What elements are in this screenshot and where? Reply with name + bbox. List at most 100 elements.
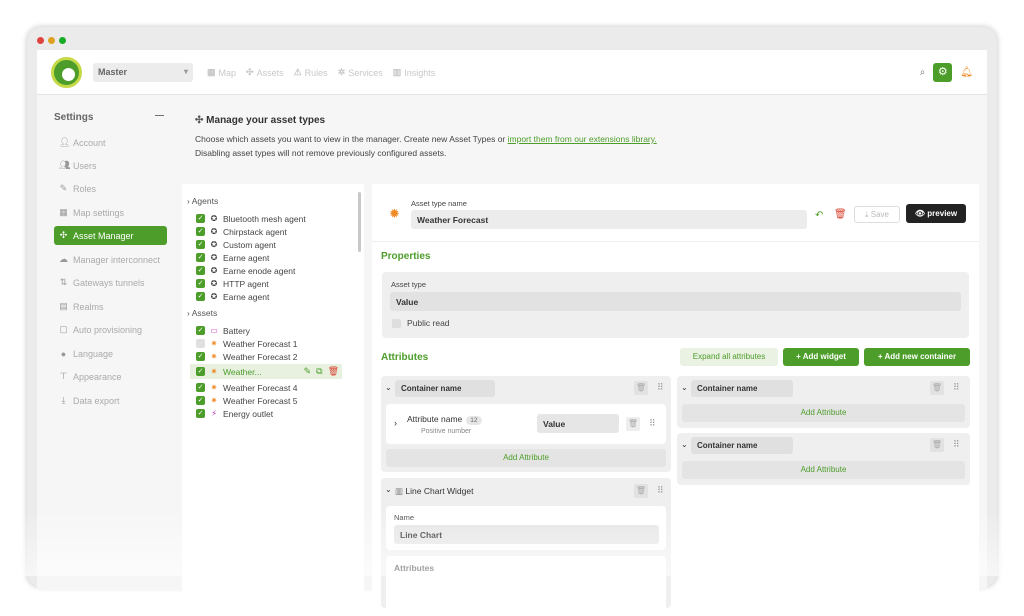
save-button[interactable]: ⤓ Save	[854, 206, 900, 223]
group-agents[interactable]: › Agents	[187, 196, 218, 206]
copy-icon[interactable]: ⧉	[316, 366, 322, 377]
drag-handle-icon[interactable]: ⠿	[657, 485, 664, 496]
container-name-input[interactable]: Container name	[395, 380, 495, 397]
checkbox[interactable]: ✓	[196, 266, 205, 275]
drag-handle-icon[interactable]: ⠿	[657, 382, 664, 393]
sidebar-item-realms[interactable]: ▤ Realms	[54, 297, 167, 316]
add-widget-button[interactable]: + Add widget	[783, 348, 859, 366]
agent-icon: ✪	[210, 240, 218, 249]
edit-icon[interactable]: ✎	[304, 366, 312, 377]
sidebar-item-manager-interconnect[interactable]: ☁ Manager interconnect	[54, 250, 167, 269]
chevron-down-icon[interactable]: ⌄	[385, 383, 392, 392]
sidebar-item-users[interactable]: 👥︎ Users	[54, 156, 167, 175]
list-item-selected[interactable]: ✓ ✷ Weather... ✎ ⧉ 🗑︎	[190, 364, 342, 379]
list-item[interactable]: ✓ ✪ Chirpstack agent	[196, 225, 344, 238]
preview-button[interactable]: 👁︎ preview	[906, 204, 966, 223]
checkbox[interactable]: ✓	[196, 253, 205, 262]
nav-map[interactable]: ▦ Map	[207, 67, 236, 78]
nav-services[interactable]: ✲ Services	[338, 67, 383, 78]
sidebar-item-map-settings[interactable]: ▦ Map settings	[54, 203, 167, 222]
sidebar-item-auto-provisioning[interactable]: ▢ Auto provisioning	[54, 320, 167, 339]
container-name-input[interactable]: Container name	[691, 380, 793, 397]
add-attribute-button[interactable]: Add Attribute	[682, 461, 965, 479]
list-item[interactable]: ✓ ✪ Earne agent	[196, 290, 344, 303]
undo-icon[interactable]: ↶	[815, 210, 823, 221]
list-item[interactable]: ✓ ✪ HTTP agent	[196, 277, 344, 290]
checkbox[interactable]: ✓	[196, 227, 205, 236]
list-item[interactable]: ✓ ✷ Weather Forecast 2	[196, 350, 344, 363]
list-item[interactable]: ✓ ✷ Weather Forecast 4	[196, 381, 344, 394]
group-assets[interactable]: › Assets	[187, 308, 217, 318]
checkbox[interactable]: ✓	[196, 409, 205, 418]
minimize-dot[interactable]	[48, 37, 55, 44]
trash-icon[interactable]: 🗑︎	[930, 381, 944, 395]
trash-icon[interactable]: 🗑︎	[626, 417, 640, 431]
checkbox[interactable]: ✓	[196, 214, 205, 223]
add-attribute-button[interactable]: Add Attribute	[386, 449, 666, 467]
sidebar-item-language[interactable]: ● Language	[54, 344, 167, 363]
gear-icon[interactable]: ⚙	[933, 63, 953, 82]
maximize-dot[interactable]	[59, 37, 66, 44]
trash-icon[interactable]: 🗑︎	[634, 484, 648, 498]
checkbox[interactable]: ✓	[196, 326, 205, 335]
drag-handle-icon[interactable]: ⠿	[649, 418, 656, 429]
chevron-down-icon[interactable]: ⌄	[385, 485, 392, 494]
sidebar-item-asset-manager[interactable]: ✣ Asset Manager	[54, 226, 167, 245]
add-container-button[interactable]: + Add new container	[864, 348, 970, 366]
checkbox[interactable]: ✓	[196, 240, 205, 249]
chevron-down-icon[interactable]: ⌄	[681, 383, 688, 392]
nav-assets[interactable]: ✣ Assets	[246, 67, 284, 78]
expand-all-button[interactable]: Expand all attributes	[680, 348, 778, 366]
attribute-value-input[interactable]: Value	[537, 414, 619, 433]
sidebar-item-roles[interactable]: ✎ Roles	[54, 179, 167, 198]
sidebar-item-label: Realms	[73, 301, 104, 312]
nav-rules[interactable]: ⚠ Rules	[294, 67, 328, 78]
checkbox[interactable]: ✓	[196, 367, 205, 376]
drag-handle-icon[interactable]: ⠿	[953, 382, 960, 393]
chevron-right-icon[interactable]: ›	[394, 418, 397, 428]
read-only-toggle[interactable]: Public read	[392, 318, 450, 328]
close-dot[interactable]	[37, 37, 44, 44]
list-item[interactable]: ✓ ✪ Earne agent	[196, 251, 344, 264]
collapse-icon[interactable]: —	[155, 110, 164, 120]
trash-icon[interactable]: 🗑︎	[834, 209, 847, 220]
realm-select[interactable]: Master ▾	[93, 63, 193, 82]
trash-icon[interactable]: 🗑︎	[634, 381, 648, 395]
checkbox[interactable]: ✓	[196, 396, 205, 405]
list-item[interactable]: ✓ ✷ Weather Forecast 5	[196, 394, 344, 407]
list-item[interactable]: ✓ ⚡︎ Energy outlet	[196, 407, 344, 420]
asset-type-input[interactable]: Value	[390, 292, 961, 311]
nav-insights[interactable]: ▥ Insights	[393, 67, 436, 78]
widget-name-input[interactable]: Line Chart	[394, 525, 659, 544]
logo[interactable]	[51, 57, 82, 88]
trash-icon[interactable]: 🗑︎	[930, 438, 944, 452]
sidebar-item-gateways[interactable]: ⇅ Gateways tunnels	[54, 273, 167, 292]
checkbox[interactable]	[196, 339, 205, 348]
container-name-input[interactable]: Container name	[691, 437, 793, 454]
checkbox[interactable]: ✓	[196, 292, 205, 301]
type-name-input[interactable]: Weather Forecast	[411, 210, 807, 229]
list-item[interactable]: ✓ ▭ Battery	[196, 324, 344, 337]
checkbox[interactable]: ✓	[196, 352, 205, 361]
checkbox[interactable]	[392, 318, 401, 328]
services-icon: ✲	[337, 67, 346, 77]
sidebar-item-appearance[interactable]: ⊤ Appearance	[54, 367, 167, 386]
list-item[interactable]: ✷ Weather Forecast 1	[196, 337, 344, 350]
sidebar-item-account[interactable]: 👤︎ Account	[54, 133, 167, 152]
checkbox[interactable]: ✓	[196, 383, 205, 392]
drag-handle-icon[interactable]: ⠿	[953, 439, 960, 450]
checkbox[interactable]: ✓	[196, 279, 205, 288]
sidebar-item-data-export[interactable]: ⤓ Data export	[54, 391, 167, 410]
list-item[interactable]: ✓ ✪ Custom agent	[196, 238, 344, 251]
scrollbar[interactable]	[358, 192, 361, 252]
list-item[interactable]: ✓ ✪ Earne enode agent	[196, 264, 344, 277]
cloud-icon: ☁	[59, 254, 68, 264]
provision-icon: ▢	[59, 324, 68, 334]
bell-icon[interactable]: 🔔︎	[960, 67, 973, 78]
extensions-link[interactable]: import them from our extensions library.	[508, 134, 657, 144]
add-attribute-button[interactable]: Add Attribute	[682, 404, 965, 422]
list-item[interactable]: ✓ ✪ Bluetooth mesh agent	[196, 212, 344, 225]
search-icon[interactable]: ⌕	[920, 67, 926, 78]
chevron-down-icon[interactable]: ⌄	[681, 440, 688, 449]
trash-icon[interactable]: 🗑︎	[328, 366, 339, 377]
